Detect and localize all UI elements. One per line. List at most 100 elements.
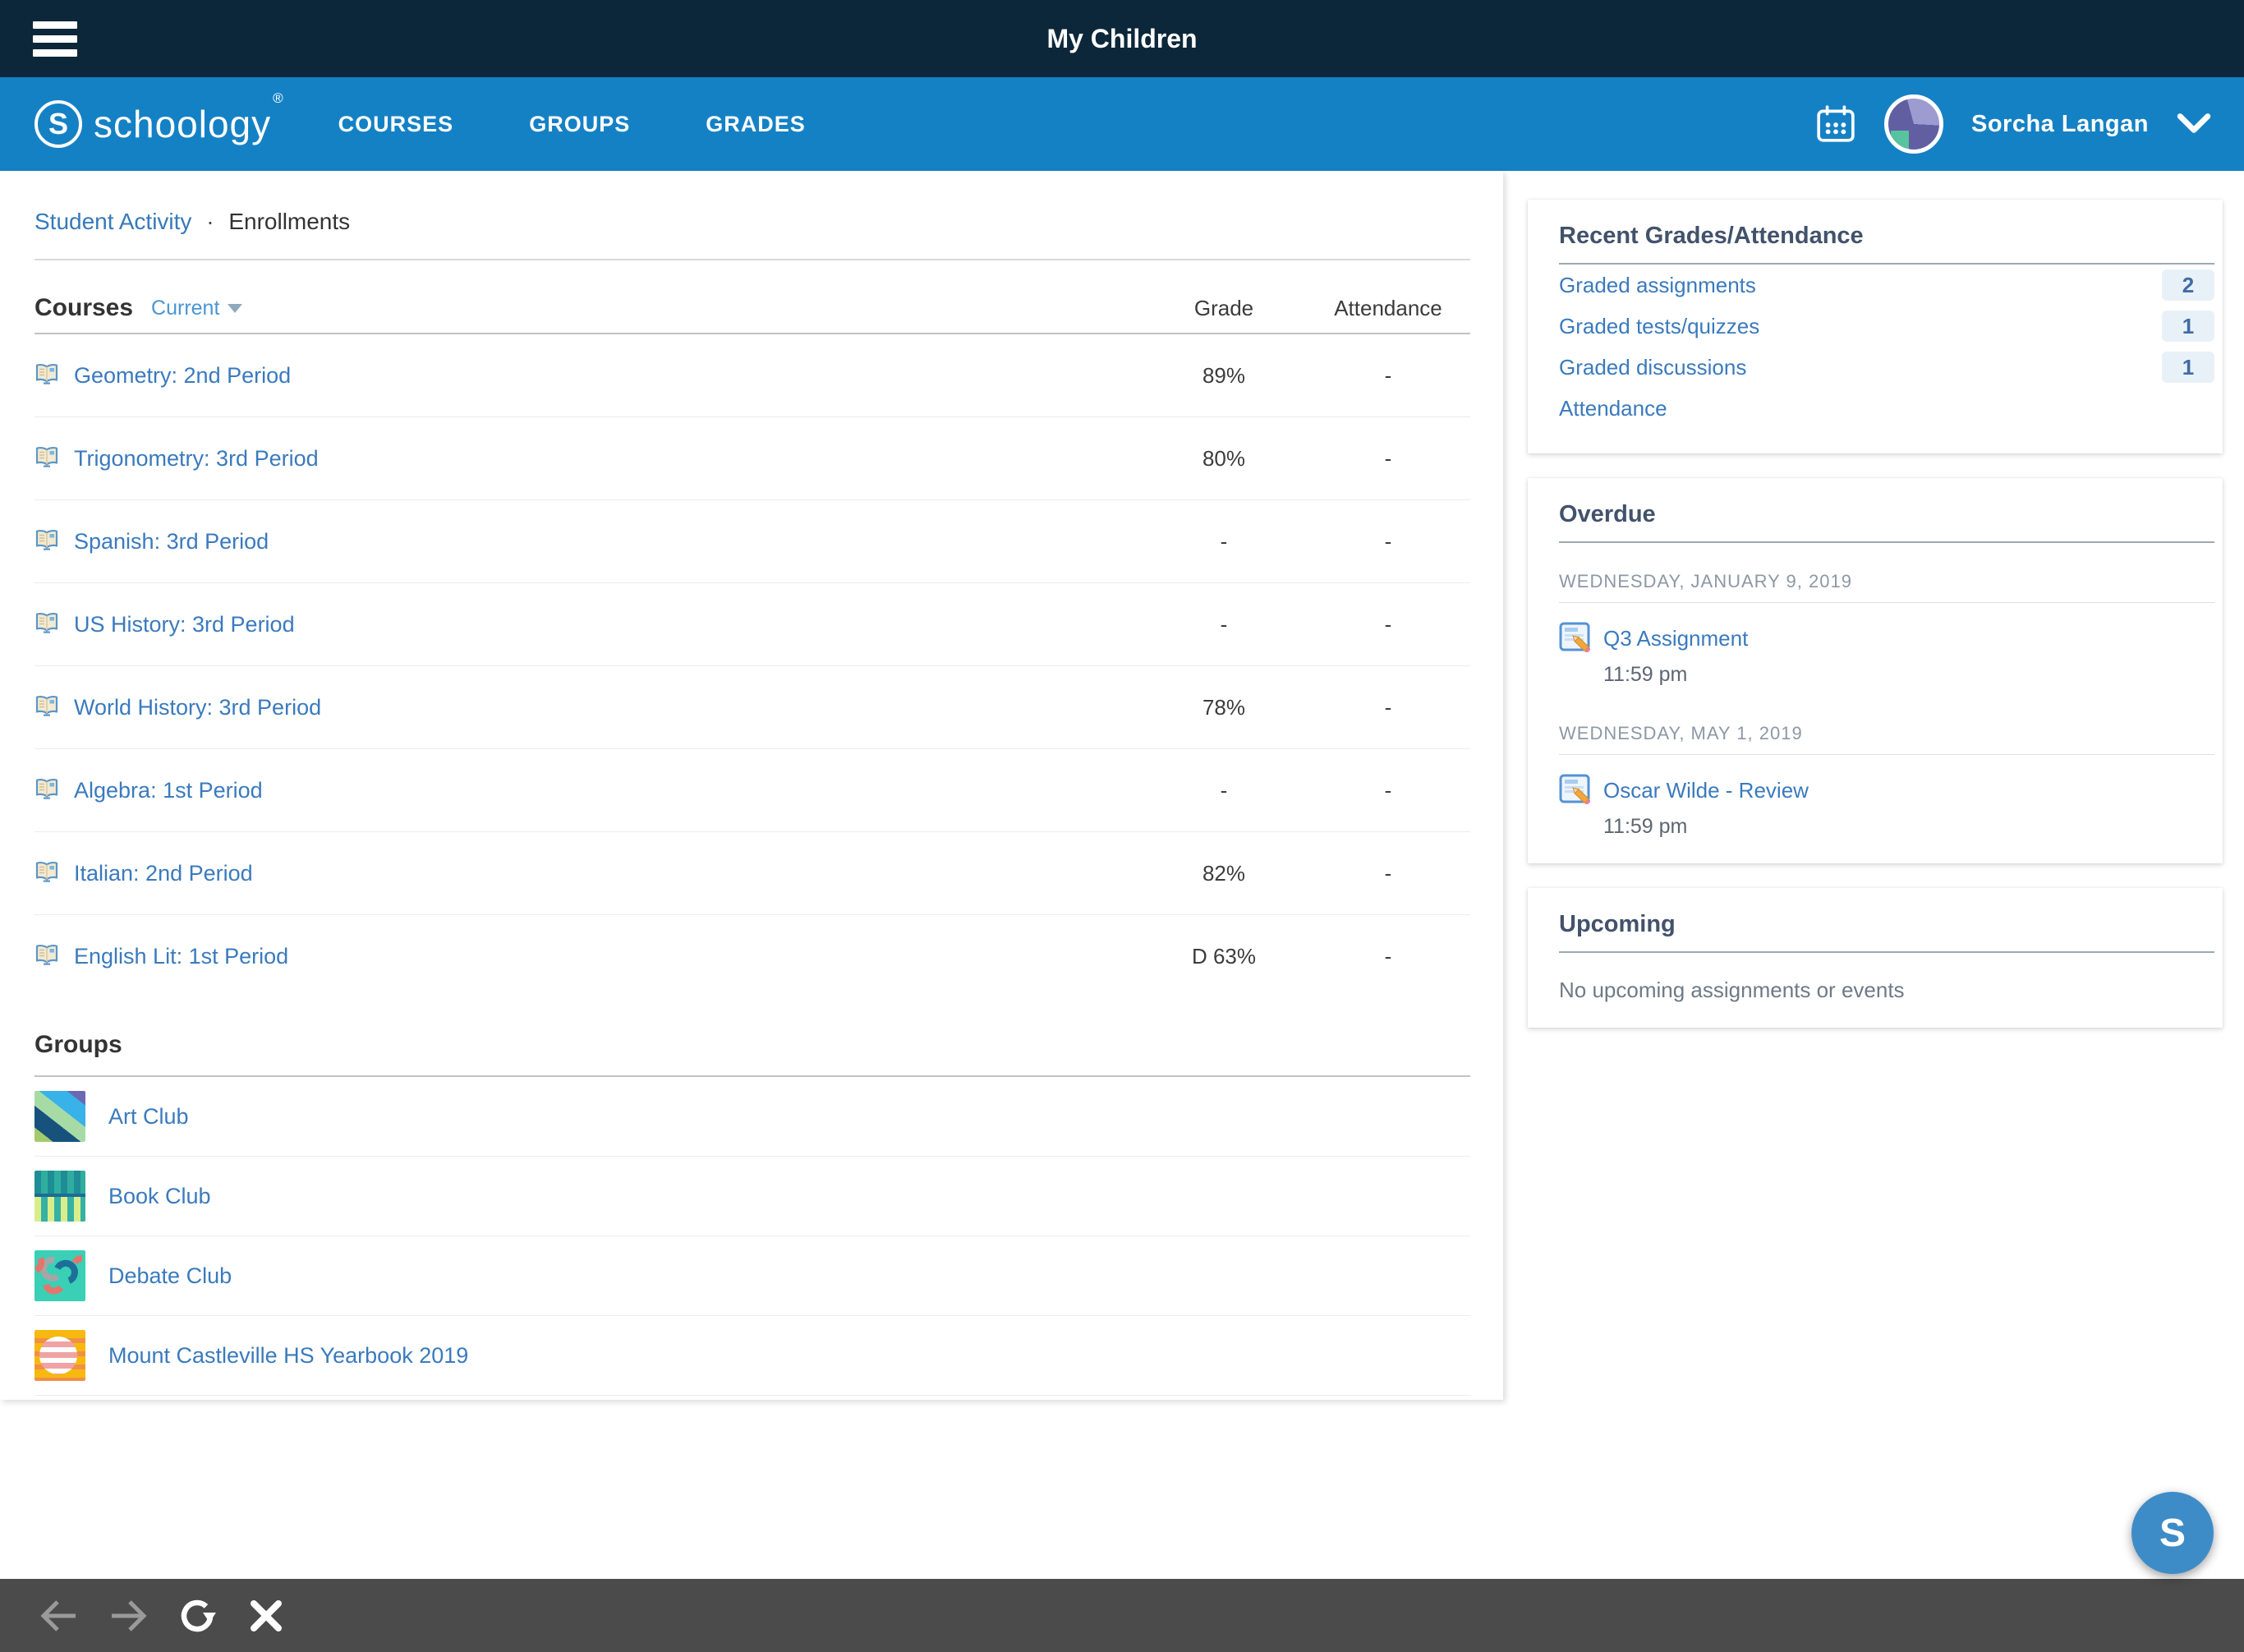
hamburger-menu-icon[interactable] (33, 21, 77, 57)
overdue-item-link[interactable]: Oscar Wilde - Review (1603, 778, 1809, 803)
reload-icon[interactable] (177, 1595, 218, 1636)
graded-discussions-link[interactable]: Graded discussions (1559, 355, 2162, 380)
count-badge: 1 (2162, 311, 2214, 342)
count-badge: 2 (2162, 269, 2214, 301)
breadcrumb: Student Activity · Enrollments (34, 171, 1470, 237)
debate-club-icon (34, 1250, 85, 1301)
attendance-value: - (1306, 363, 1470, 389)
book-icon (34, 444, 59, 473)
courses-filter-dropdown[interactable]: Current (151, 297, 242, 320)
list-item: Debate Club (34, 1236, 1470, 1316)
book-icon (34, 693, 59, 722)
attendance-value: - (1306, 695, 1470, 720)
date-divider (1559, 602, 2214, 603)
book-icon (34, 610, 59, 639)
grade-value: 89% (1142, 363, 1306, 389)
upcoming-empty-text: No upcoming assignments or events (1559, 978, 2214, 1003)
groups-heading: Groups (34, 1031, 122, 1059)
table-row: Geometry: 2nd Period 89% - (34, 334, 1470, 417)
course-link[interactable]: Trigonometry: 3rd Period (74, 446, 319, 472)
course-link[interactable]: Geometry: 2nd Period (74, 363, 291, 389)
brand-wordmark: schoology® (94, 102, 283, 146)
list-item: Graded discussions 1 (1559, 347, 2214, 388)
overdue-item-link[interactable]: Q3 Assignment (1603, 626, 1748, 651)
courses-heading: Courses (34, 294, 133, 322)
schoology-logo[interactable]: S schoology® (34, 100, 283, 148)
table-row: Italian: 2nd Period 82% - (34, 832, 1470, 915)
grade-value: - (1142, 529, 1306, 555)
avatar[interactable] (1884, 94, 1943, 154)
nav-grades[interactable]: GRADES (706, 112, 806, 137)
chevron-down-icon[interactable] (2177, 113, 2211, 136)
attendance-link[interactable]: Attendance (1559, 396, 2162, 421)
list-item: Q3 Assignment (1559, 621, 2214, 656)
heading-divider (1559, 541, 2214, 543)
back-arrow-icon[interactable] (39, 1599, 79, 1633)
attendance-value: - (1306, 446, 1470, 472)
graded-assignments-link[interactable]: Graded assignments (1559, 273, 2162, 298)
schoology-s-icon: S (34, 100, 82, 148)
due-time: 11:59 pm (1603, 663, 2214, 687)
group-link[interactable]: Mount Castleville HS Yearbook 2019 (108, 1343, 468, 1369)
nav-bar: S schoology® COURSES GROUPS GRADES Sorch… (0, 77, 2244, 171)
assignment-icon (1559, 621, 1590, 656)
group-link[interactable]: Book Club (108, 1184, 211, 1209)
calendar-icon[interactable] (1815, 104, 1856, 145)
grade-column-header: Grade (1142, 296, 1306, 321)
close-icon[interactable] (248, 1598, 284, 1634)
attendance-value: - (1306, 944, 1470, 969)
table-row: Algebra: 1st Period - - (34, 749, 1470, 832)
attendance-column-header: Attendance (1306, 296, 1470, 321)
overdue-card: Overdue WEDNESDAY, JANUARY 9, 2019 Q3 As… (1528, 478, 2223, 863)
table-row: Spanish: 3rd Period - - (34, 500, 1470, 583)
breadcrumb-student-activity-link[interactable]: Student Activity (34, 209, 191, 234)
book-icon (34, 859, 59, 888)
groups-list: Art Club Book Club Debate Club Mount Cas… (34, 1077, 1470, 1396)
book-icon (34, 527, 59, 556)
course-link[interactable]: US History: 3rd Period (74, 612, 295, 637)
upcoming-heading: Upcoming (1559, 911, 2214, 938)
list-item: Graded tests/quizzes 1 (1559, 306, 2214, 347)
graded-tests-link[interactable]: Graded tests/quizzes (1559, 314, 2162, 339)
grade-value: 78% (1142, 695, 1306, 720)
grade-value: 82% (1142, 861, 1306, 886)
enrollments-panel: Student Activity · Enrollments Courses C… (0, 171, 1503, 1400)
forward-arrow-icon[interactable] (108, 1599, 148, 1633)
group-link[interactable]: Art Club (108, 1104, 189, 1130)
list-item: Oscar Wilde - Review (1559, 773, 2214, 808)
page-title: My Children (0, 0, 2244, 77)
grade-value: 80% (1142, 446, 1306, 472)
course-link[interactable]: English Lit: 1st Period (74, 944, 288, 969)
top-bar: My Children (0, 0, 2244, 77)
upcoming-card: Upcoming No upcoming assignments or even… (1528, 888, 2223, 1028)
attendance-value: - (1306, 778, 1470, 803)
course-link[interactable]: Spanish: 3rd Period (74, 529, 269, 555)
courses-list: Geometry: 2nd Period 89% - Trigonometry:… (34, 334, 1470, 998)
group-link[interactable]: Debate Club (108, 1263, 232, 1289)
breadcrumb-current: Enrollments (228, 209, 350, 234)
recent-grades-card: Recent Grades/Attendance Graded assignme… (1528, 200, 2223, 453)
breadcrumb-separator: · (206, 209, 214, 234)
table-row: World History: 3rd Period 78% - (34, 666, 1470, 749)
course-link[interactable]: Algebra: 1st Period (74, 778, 263, 803)
overdue-date: WEDNESDAY, MAY 1, 2019 (1559, 723, 2214, 744)
user-name[interactable]: Sorcha Langan (1971, 111, 2149, 138)
due-time: 11:59 pm (1603, 815, 2214, 839)
assignment-icon (1559, 773, 1590, 808)
nav-groups[interactable]: GROUPS (529, 112, 630, 137)
course-link[interactable]: World History: 3rd Period (74, 695, 321, 720)
yearbook-icon (34, 1330, 85, 1381)
art-club-icon (34, 1091, 85, 1142)
book-club-icon (34, 1171, 85, 1222)
page-body: Student Activity · Enrollments Courses C… (0, 171, 2244, 1579)
heading-divider (1559, 951, 2214, 953)
recent-grades-heading: Recent Grades/Attendance (1559, 223, 2214, 250)
support-fab-button[interactable]: S (2131, 1492, 2214, 1574)
nav-right-cluster: Sorcha Langan (1815, 94, 2211, 154)
attendance-value: - (1306, 861, 1470, 886)
registered-mark: ® (273, 90, 284, 106)
table-row: Trigonometry: 3rd Period 80% - (34, 417, 1470, 500)
nav-courses[interactable]: COURSES (338, 112, 454, 137)
grade-value: D 63% (1142, 944, 1306, 969)
course-link[interactable]: Italian: 2nd Period (74, 861, 253, 886)
